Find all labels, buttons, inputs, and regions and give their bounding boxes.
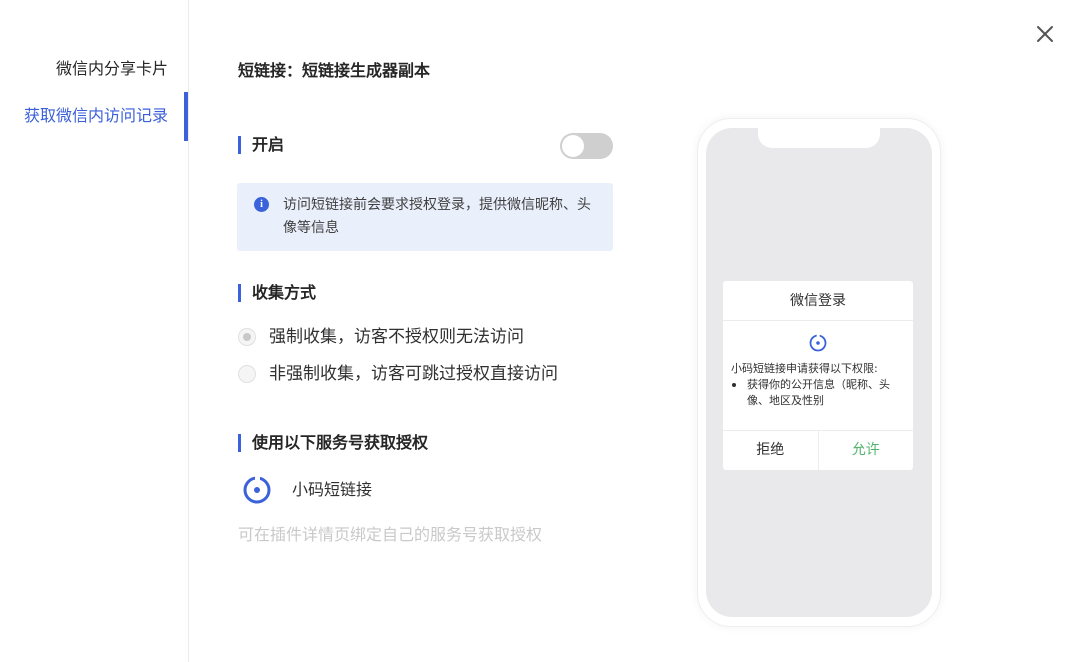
service-hint: 可在插件详情页绑定自己的服务号获取授权	[238, 525, 543, 544]
sidebar-item-visit-records[interactable]: 获取微信内访问记录	[24, 105, 168, 127]
xiaoma-logo-icon	[809, 334, 827, 352]
radio-button[interactable]	[238, 328, 256, 346]
enable-toggle[interactable]	[560, 133, 613, 159]
section-collect-header: 收集方式	[238, 283, 316, 303]
section-enable-header: 开启	[238, 135, 284, 155]
reject-button[interactable]: 拒绝	[723, 431, 819, 470]
dialog-permission-item: 获得你的公开信息（昵称、头像、地区及性别	[747, 378, 890, 407]
radio-label: 强制收集，访客不授权则无法访问	[269, 327, 524, 347]
phone-preview-screen: 微信登录 小码短链接申请获得以下权限: 获得你的公开信息（昵称、头像、地区及性别…	[706, 128, 932, 617]
radio-label: 非强制收集，访客可跳过授权直接访问	[269, 364, 558, 384]
allow-button[interactable]: 允许	[819, 431, 914, 470]
toggle-knob	[562, 135, 584, 157]
close-icon[interactable]	[1033, 22, 1057, 46]
radio-optional-collect[interactable]: 非强制收集，访客可跳过授权直接访问	[238, 362, 558, 386]
sidebar-active-indicator	[184, 92, 188, 141]
page-title: 短链接：短链接生成器副本	[238, 61, 431, 80]
radio-forced-collect[interactable]: 强制收集，访客不授权则无法访问	[238, 325, 524, 349]
dialog-buttons: 拒绝 允许	[723, 430, 913, 470]
service-account-name: 小码短链接	[292, 480, 373, 499]
bullet-dot	[732, 383, 736, 387]
radio-button[interactable]	[238, 365, 256, 383]
sidebar-item-share-card[interactable]: 微信内分享卡片	[56, 58, 168, 80]
info-box: i 访问短链接前会要求授权登录，提供微信昵称、头像等信息	[237, 183, 613, 251]
wechat-login-dialog: 微信登录 小码短链接申请获得以下权限: 获得你的公开信息（昵称、头像、地区及性别…	[723, 281, 913, 470]
dialog-permission-list: 获得你的公开信息（昵称、头像、地区及性别	[731, 377, 909, 409]
info-icon: i	[254, 197, 269, 212]
info-text: 访问短链接前会要求授权登录，提供微信昵称、头像等信息	[283, 197, 591, 236]
section-marker	[238, 434, 241, 452]
section-service-header: 使用以下服务号获取授权	[238, 433, 428, 453]
section-marker	[238, 284, 241, 302]
section-collect-title: 收集方式	[252, 283, 317, 302]
section-marker	[238, 136, 241, 154]
service-account-item[interactable]: 小码短链接	[242, 475, 372, 505]
dialog-request-text: 小码短链接申请获得以下权限:	[731, 362, 878, 375]
phone-notch	[758, 128, 880, 148]
section-service-title: 使用以下服务号获取授权	[252, 433, 429, 452]
sidebar: 微信内分享卡片 获取微信内访问记录	[0, 0, 189, 662]
xiaoma-logo-icon	[243, 476, 271, 504]
section-enable-title: 开启	[252, 135, 285, 154]
dialog-title: 微信登录	[723, 281, 913, 321]
